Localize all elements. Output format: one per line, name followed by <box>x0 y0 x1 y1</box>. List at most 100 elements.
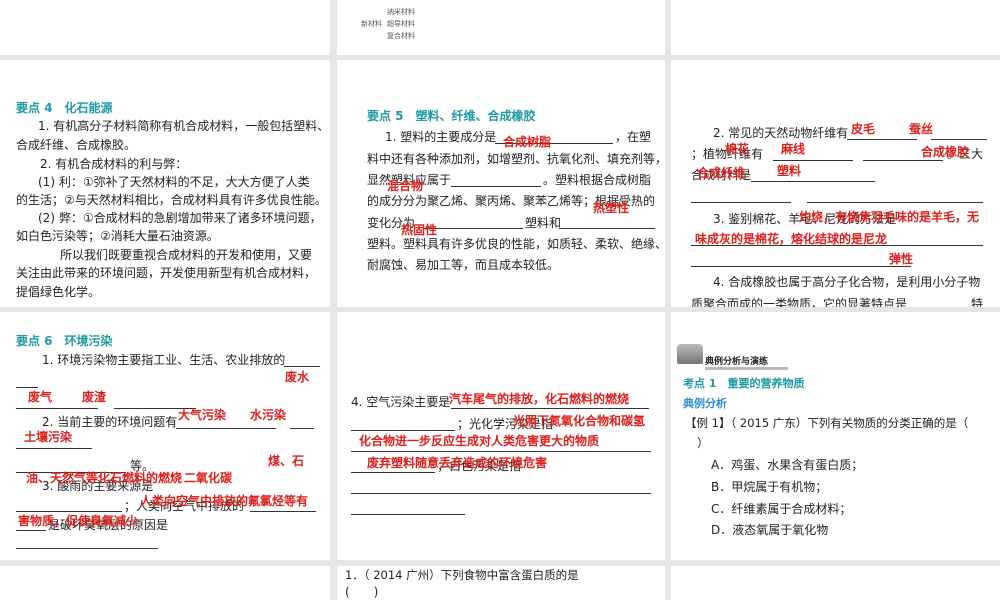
blank <box>351 514 465 515</box>
text-line: 1. 塑料的主要成分是 <box>385 130 497 144</box>
option-b[interactable]: B．甲烷属于有机物； <box>711 479 827 495</box>
text-line: 2. 常见的天然动物纤维有 <box>713 126 849 140</box>
text-line: 2. 有机合成材料的利与弊： <box>40 157 188 171</box>
blank <box>16 530 46 531</box>
slide-top-middle: 新材料 纳米材料 超导材料 复合材料 <box>337 0 665 55</box>
slide-key-point-6: 要点 6 环境污染 1. 环境污染物主要指工业、生活、农业排放的 2. 当前主要… <box>0 312 330 560</box>
blank <box>351 493 651 494</box>
answer: 热固性 <box>401 223 438 237</box>
blank <box>451 186 541 187</box>
answer: 合成橡胶 <box>921 145 970 159</box>
question-text: 【例 1】（ 2015 广东）下列有关物质的分类正确的是（ <box>685 416 969 430</box>
blank <box>176 428 276 429</box>
answer: 水污染 <box>250 408 287 422</box>
question-paren: ） <box>697 436 710 450</box>
slide-key-point-4: 要点 4 化石能源 1. 有机高分子材料简称有机合成材料，一般包括塑料、 合成纤… <box>0 60 330 307</box>
answer: 废渣 <box>82 390 107 404</box>
text-line: 特 <box>971 297 984 307</box>
blank <box>351 451 651 452</box>
blank <box>16 548 158 549</box>
question-text: 1．（ 2014 广州）下列食物中富含蛋白质的是 <box>345 568 579 582</box>
material-item: 复合材料 <box>387 32 415 40</box>
text-line: 料中还有各种添加剂，如增塑剂、抗氧化剂、填充剂等， <box>367 152 665 166</box>
text-line: 所以我们既要重视合成材料的开发和使用，又要 <box>60 248 313 262</box>
text-line: 合成纤维、合成橡胶。 <box>16 138 137 152</box>
slide-top-right <box>671 0 1000 55</box>
text-line: 4. 空气污染主要是 <box>351 395 451 409</box>
text-line: (1) 利：①弥补了天然材料的不足，大大方便了人类 <box>38 175 310 189</box>
option-d[interactable]: D．液态氧属于氧化物 <box>711 522 828 538</box>
slide-air-pollution: 4. 空气污染主要是 ；光化学污染是指 ；白色污染是指 汽车尾气的排放，化石燃料… <box>337 312 665 560</box>
blank <box>863 160 943 161</box>
blank <box>691 202 791 203</box>
text-line: 关注由此带来的环境问题，开发使用新型有机合成材料， <box>16 266 317 280</box>
answer: 蚕丝 <box>909 122 934 136</box>
answer: 塑料 <box>777 164 802 178</box>
answer: 化合物进一步反应生成对人类危害更大的物质 <box>359 434 600 448</box>
slide-fibers: 2. 常见的天然动物纤维有 ；植物纤维有 。三大 合成材料是 3. 鉴别棉花、羊… <box>671 60 1000 307</box>
option-a[interactable]: A．鸡蛋、水果含有蛋白质； <box>711 457 863 473</box>
slide-top-left <box>0 0 330 55</box>
text-line: 塑料和 <box>525 216 562 230</box>
answer: 混合物 <box>387 179 424 193</box>
answer: 废弃塑料随意丢弃造成的环境危害 <box>367 456 548 470</box>
answer: 人类向空气中排放的氟氯烃等有 <box>140 494 309 508</box>
blank <box>451 408 649 409</box>
answer: 二氧化碳 <box>184 471 233 485</box>
answer: 皮毛 <box>851 122 876 136</box>
option-c[interactable]: C．纤维素属于合成材料； <box>711 501 851 517</box>
answer: 害物质，促使臭氧减少 <box>18 514 139 528</box>
slide-bottom-left <box>0 566 330 600</box>
blank <box>250 511 316 512</box>
microscope-icon <box>677 344 703 364</box>
blank <box>284 366 320 367</box>
section-title: 要点 4 化石能源 <box>16 101 113 115</box>
text-line: 质聚合而成的一类物质，它的显著特点是 <box>691 297 908 307</box>
material-item: 纳米材料 <box>387 8 415 16</box>
answer: 废气 <box>28 390 53 404</box>
text-line: 耐腐蚀、易加工等，而且成本较低。 <box>367 258 560 272</box>
blank <box>773 160 853 161</box>
answer: 光照下氮氧化合物和碳氢 <box>513 414 646 428</box>
blank <box>16 408 98 409</box>
answer: 油、天然气等化石燃料的燃烧 <box>26 471 183 485</box>
blank <box>931 139 987 140</box>
slide-key-point-5: 要点 5 塑料、纤维、合成橡胶 1. 塑料的主要成分是 ，在塑 料中还有各种添加… <box>337 60 665 307</box>
answer: 合成树脂 <box>503 135 552 149</box>
answer: 煤、石 <box>268 454 305 468</box>
answer: 味成灰的是棉花，熔化结球的是尼龙 <box>695 232 888 246</box>
answer: 麻线 <box>781 142 806 156</box>
answer: 棉花 <box>725 142 750 156</box>
text-line: 提倡绿色化学。 <box>16 285 101 299</box>
blank <box>807 202 983 203</box>
answer: 汽车尾气的排放，化石燃料的燃烧 <box>449 392 630 406</box>
subsection-title: 典例分析 <box>683 397 727 410</box>
answer: 土壤污染 <box>24 430 73 444</box>
blank <box>559 228 655 229</box>
answer: 大气污染 <box>178 408 227 422</box>
text-line: ，在塑 <box>615 130 652 144</box>
blank <box>16 448 92 449</box>
blank <box>691 266 911 267</box>
answer: 灼烧，有烧焦羽毛味的是羊毛，无 <box>799 210 980 224</box>
text-line: 1. 有机高分子材料简称有机合成材料，一般包括塑料、 <box>38 119 330 133</box>
blank <box>351 430 455 431</box>
text-line: 1. 环境污染物主要指工业、生活、农业排放的 <box>42 353 286 367</box>
slide-example-analysis: 典例分析与演练 考点 1 重要的营养物质 典例分析 【例 1】（ 2015 广东… <box>671 312 1000 560</box>
blank <box>423 228 523 229</box>
answer: 热塑性 <box>593 201 630 215</box>
blank <box>847 139 917 140</box>
answer: 合成纤维 <box>697 166 746 180</box>
answer-paren: ( ) <box>345 585 379 599</box>
text-line: 的生活；②与天然材料相比，合成材料具有许多优良性能。 <box>16 193 327 207</box>
slide-bottom-middle: 1．（ 2014 广州）下列食物中富含蛋白质的是 ( ) <box>337 566 665 600</box>
text-line: 4. 合成橡胶也属于高分子化合物，是利用小分子物 <box>713 275 981 289</box>
text-line: (2) 弊：①合成材料的急剧增加带来了诸多环境问题， <box>38 211 322 225</box>
blank <box>351 472 435 473</box>
blank <box>751 181 875 182</box>
banner-title: 典例分析与演练 <box>705 354 789 370</box>
section-title: 要点 5 塑料、纤维、合成橡胶 <box>367 109 536 123</box>
blank <box>290 428 314 429</box>
material-item: 超导材料 <box>387 20 415 28</box>
answer: 废水 <box>285 370 310 384</box>
